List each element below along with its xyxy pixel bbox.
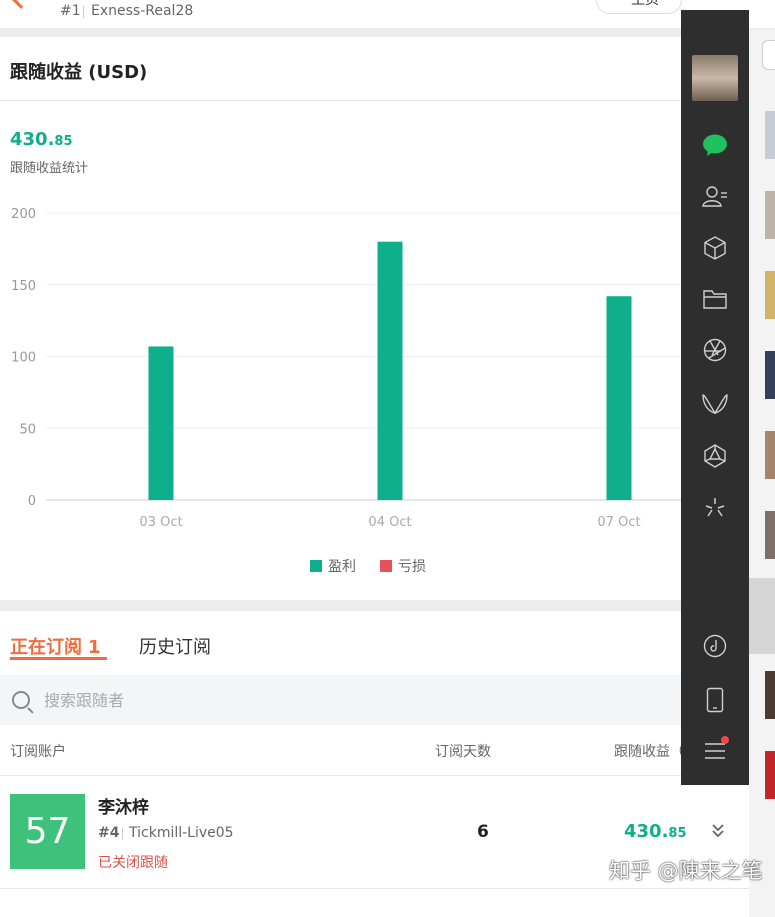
divider-line	[0, 775, 775, 776]
butterfly-icon[interactable]	[701, 390, 729, 418]
cube-icon[interactable]	[701, 234, 729, 262]
legend-item-loss[interactable]: 亏损	[380, 556, 426, 576]
y-tick-label: 200	[11, 207, 36, 222]
background-thumbnail	[765, 271, 775, 319]
follower-account: Tickmill-Live05	[129, 825, 234, 841]
legend-swatch-profit	[310, 560, 322, 572]
folder-icon[interactable]	[701, 285, 729, 313]
y-tick-label: 100	[11, 351, 36, 366]
legend-label-profit: 盈利	[328, 559, 356, 575]
header-rank: #1	[60, 3, 81, 19]
homepage-button-label: 主页	[631, 0, 659, 8]
back-arrow-icon[interactable]	[11, 0, 31, 9]
total-profit-int: 430.	[10, 129, 55, 150]
top-header: #1 Exness-Real28 主页	[0, 0, 775, 28]
background-thumbnail	[765, 431, 775, 479]
header-account: Exness-Real28	[91, 3, 194, 19]
aperture-icon[interactable]	[701, 336, 729, 364]
follower-profit: 430.85	[624, 821, 687, 842]
subscription-days: 6	[477, 822, 489, 842]
background-thumbnail	[765, 191, 775, 239]
background-thumbnail	[765, 111, 775, 159]
legend-swatch-loss	[380, 560, 392, 572]
tab-active-underline	[10, 657, 107, 660]
status-badge: 已关闭跟随	[98, 855, 168, 871]
tab-active-count: 1	[88, 637, 101, 658]
bar[interactable]	[377, 241, 403, 500]
x-tick-label: 07 Oct	[597, 515, 640, 530]
homepage-button[interactable]: 主页	[596, 0, 682, 14]
search-input[interactable]	[44, 688, 544, 712]
avatar[interactable]: 57	[10, 794, 85, 869]
chevron-down-icon[interactable]	[711, 823, 725, 839]
x-tick-label: 03 Oct	[139, 515, 182, 530]
section-title: 跟随收益 (USD)	[10, 62, 148, 83]
bar[interactable]	[148, 346, 174, 500]
column-header-account: 订阅账户	[10, 744, 66, 760]
section-divider	[0, 600, 775, 611]
phone-icon[interactable]	[701, 686, 729, 714]
bar[interactable]	[606, 296, 632, 500]
total-profit-label: 跟随收益统计	[10, 161, 89, 176]
background-thumbnail	[765, 751, 775, 799]
background-thumbnail	[765, 671, 775, 719]
sparkle-icon[interactable]	[701, 494, 729, 522]
page-root: #1 Exness-Real28 主页 跟随收益 (USD) 430.85 跟随…	[0, 0, 775, 917]
notification-dot	[721, 736, 729, 744]
follower-rank: #4	[98, 825, 120, 841]
tab-active-label: 正在订阅	[10, 637, 82, 658]
background-thumbnail	[765, 351, 775, 399]
tab-history-subscriptions[interactable]: 历史订阅	[139, 633, 211, 659]
y-tick-label: 50	[19, 422, 36, 437]
contacts-icon[interactable]	[701, 182, 729, 210]
divider-line	[0, 100, 775, 101]
background-thumbnail	[765, 511, 775, 559]
column-header-days: 订阅天数	[435, 744, 491, 760]
search-icon	[12, 691, 30, 709]
background-search-box	[762, 40, 775, 70]
watermark-text: 知乎 @陳来之笔	[609, 859, 763, 883]
row-divider	[122, 828, 123, 840]
polyhedron-icon[interactable]	[701, 442, 729, 470]
follower-profit-int: 430.	[624, 821, 669, 842]
chart-legend: 盈利 亏损	[310, 556, 426, 576]
tab-active-subscriptions[interactable]: 正在订阅 1	[10, 633, 101, 659]
y-tick-label: 150	[11, 279, 36, 294]
search-bar	[0, 675, 775, 725]
music-icon[interactable]	[701, 632, 729, 660]
total-profit: 430.85	[10, 129, 73, 150]
profit-bar-chart: 0 50 100 150 200 03 Oct 04 Oct 07 Oct	[11, 207, 775, 530]
column-header-profit: 跟随收益（	[614, 744, 684, 760]
x-tick-label: 04 Oct	[368, 515, 411, 530]
total-profit-dec: 85	[54, 134, 73, 149]
follower-name[interactable]: 李沐梓	[98, 793, 149, 818]
chat-icon[interactable]	[701, 131, 729, 159]
user-avatar[interactable]	[692, 55, 738, 101]
follower-profit-dec: 85	[668, 826, 687, 841]
section-divider	[0, 28, 775, 37]
divider-line	[0, 888, 775, 889]
background-highlight	[749, 578, 775, 654]
legend-label-loss: 亏损	[398, 559, 426, 575]
legend-item-profit[interactable]: 盈利	[310, 556, 356, 576]
y-tick-label: 0	[28, 494, 36, 509]
app-sidebar	[681, 10, 749, 785]
header-divider	[83, 6, 84, 18]
